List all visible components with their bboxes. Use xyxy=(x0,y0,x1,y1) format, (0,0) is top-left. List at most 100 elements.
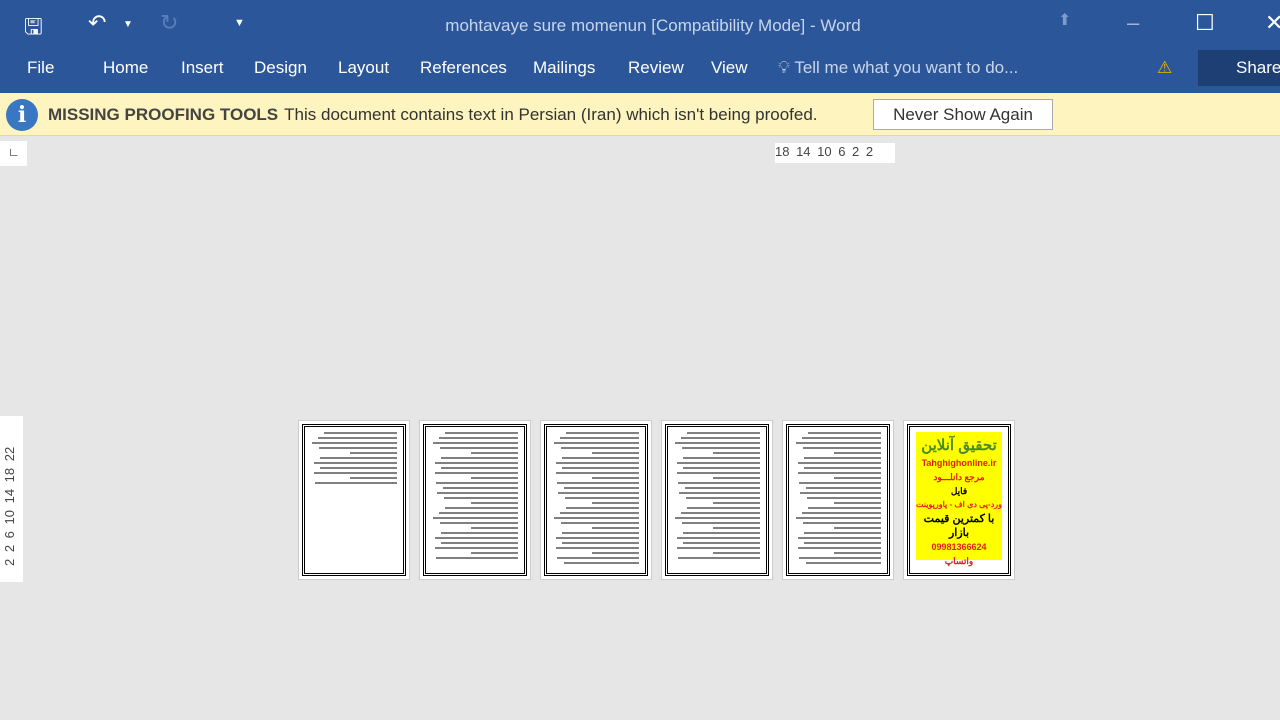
tab-selector[interactable]: ∟ xyxy=(0,141,27,166)
text-line xyxy=(470,452,518,454)
text-line xyxy=(591,552,639,554)
tab-file[interactable]: File xyxy=(27,58,54,78)
text-line xyxy=(565,497,639,499)
tab-mailings[interactable]: Mailings xyxy=(533,58,595,78)
tab-review[interactable]: Review xyxy=(628,58,684,78)
text-line xyxy=(807,507,881,509)
page-thumbnail-2[interactable] xyxy=(419,420,531,580)
text-line xyxy=(553,517,639,519)
tell-me-search[interactable]: 💡︎ Tell me what you want to do... xyxy=(778,58,1018,78)
text-line xyxy=(560,447,639,449)
text-line xyxy=(565,507,639,509)
text-line xyxy=(678,557,760,559)
text-line xyxy=(556,472,639,474)
text-line xyxy=(833,477,881,479)
tab-design[interactable]: Design xyxy=(254,58,307,78)
text-line xyxy=(557,482,639,484)
text-line xyxy=(591,477,639,479)
text-line xyxy=(470,477,518,479)
text-line xyxy=(683,467,760,469)
text-line xyxy=(440,532,518,534)
text-line xyxy=(806,487,881,489)
warning-icon[interactable]: ⚠ xyxy=(1157,58,1172,78)
text-line xyxy=(437,492,518,494)
page-thumbnail-6[interactable]: تحقیق آنلاین Tahghighonline.ir مرجع دانل… xyxy=(903,420,1015,580)
window-title: mohtavaye sure momenun [Compatibility Mo… xyxy=(445,16,861,35)
text-line xyxy=(444,507,518,509)
text-line xyxy=(434,537,518,539)
tab-view[interactable]: View xyxy=(711,58,748,78)
tab-home[interactable]: Home xyxy=(103,58,148,78)
page-thumbnail-5[interactable] xyxy=(782,420,894,580)
text-line xyxy=(680,512,760,514)
text-line xyxy=(323,432,397,434)
tab-layout[interactable]: Layout xyxy=(338,58,389,78)
text-line xyxy=(591,452,639,454)
text-line xyxy=(557,557,639,559)
text-line xyxy=(320,467,397,469)
info-icon: i xyxy=(6,99,38,131)
text-line xyxy=(682,457,760,459)
text-line xyxy=(800,492,881,494)
text-line xyxy=(435,547,518,549)
share-label: Share xyxy=(1236,58,1280,77)
text-line xyxy=(679,492,760,494)
tab-insert[interactable]: Insert xyxy=(181,58,224,78)
maximize-icon[interactable]: ☐ xyxy=(1195,10,1215,36)
text-line xyxy=(438,512,518,514)
text-line xyxy=(440,457,518,459)
text-line xyxy=(432,442,518,444)
text-line xyxy=(798,472,881,474)
text-line xyxy=(807,497,881,499)
text-line xyxy=(686,432,760,434)
advertisement: تحقیق آنلاین Tahghighonline.ir مرجع دانل… xyxy=(916,432,1002,566)
share-button[interactable]: Share xyxy=(1198,50,1280,86)
text-line xyxy=(833,527,881,529)
text-line xyxy=(677,547,760,549)
text-line xyxy=(686,507,760,509)
text-line xyxy=(676,537,760,539)
text-line xyxy=(432,517,518,519)
ad-line: فایل xyxy=(950,486,968,496)
text-line xyxy=(441,467,518,469)
text-line xyxy=(674,442,760,444)
text-line xyxy=(558,492,639,494)
text-line xyxy=(798,547,881,549)
message-bar: i MISSING PROOFING TOOLS This document co… xyxy=(0,93,1280,136)
text-line xyxy=(833,502,881,504)
text-line xyxy=(434,462,518,464)
text-line xyxy=(319,457,397,459)
text-line xyxy=(797,462,881,464)
text-line xyxy=(349,477,397,479)
text-line xyxy=(807,432,881,434)
text-line xyxy=(681,522,760,524)
never-show-again-button[interactable]: Never Show Again xyxy=(873,99,1053,130)
text-line xyxy=(315,482,397,484)
text-line xyxy=(470,502,518,504)
text-line xyxy=(680,437,760,439)
text-line xyxy=(564,487,639,489)
text-line xyxy=(799,557,881,559)
text-line xyxy=(682,532,760,534)
text-line xyxy=(802,522,881,524)
close-icon[interactable]: ✕ xyxy=(1265,10,1280,36)
tab-references[interactable]: References xyxy=(420,58,507,78)
lightbulb-icon: 💡︎ xyxy=(778,58,795,77)
text-line xyxy=(803,457,881,459)
ad-line: با کمترین قیمت بازار xyxy=(923,513,995,539)
page-thumbnail-4[interactable] xyxy=(661,420,773,580)
horizontal-ruler[interactable]: 18 14 10 6 2 2 xyxy=(775,143,895,163)
text-line xyxy=(314,472,397,474)
title-bar: 🖫 ↶ ▼ ↻ ▼ mohtavaye sure momenun [Compat… xyxy=(0,0,1280,50)
text-line xyxy=(712,552,760,554)
text-line xyxy=(441,542,518,544)
minimize-icon[interactable]: – xyxy=(1127,10,1139,36)
text-line xyxy=(833,552,881,554)
page-thumbnail-1[interactable] xyxy=(298,420,410,580)
tell-me-placeholder: Tell me what you want to do... xyxy=(794,58,1019,77)
text-line xyxy=(677,472,760,474)
vertical-ruler[interactable]: 2 2 6 10 14 18 22 xyxy=(0,416,23,582)
ribbon-display-icon[interactable]: ⬆ xyxy=(1058,10,1071,30)
page-thumbnail-3[interactable] xyxy=(540,420,652,580)
text-line xyxy=(553,442,639,444)
